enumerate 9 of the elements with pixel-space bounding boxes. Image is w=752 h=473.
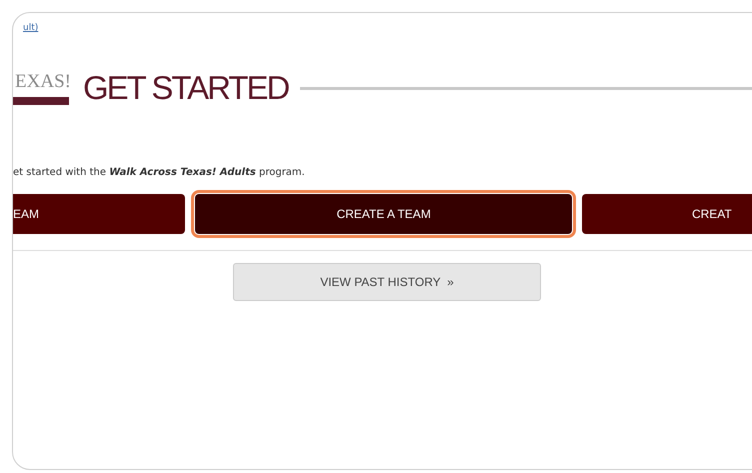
team-button[interactable]: EAM [13,194,186,234]
team-button[interactable]: CREAT [582,194,752,234]
view-history-button[interactable]: VIEW PAST HISTORY » [233,263,541,301]
page-heading: GET STARTED [83,69,288,107]
logo-bar [13,97,69,105]
logo-text: EXAS! [15,71,71,93]
link[interactable]: ult) [23,23,38,33]
team-button[interactable]: CREATE A TEAM [195,194,572,234]
intro-text: et started with the Walk Across Texas! Adults program. [13,167,306,178]
